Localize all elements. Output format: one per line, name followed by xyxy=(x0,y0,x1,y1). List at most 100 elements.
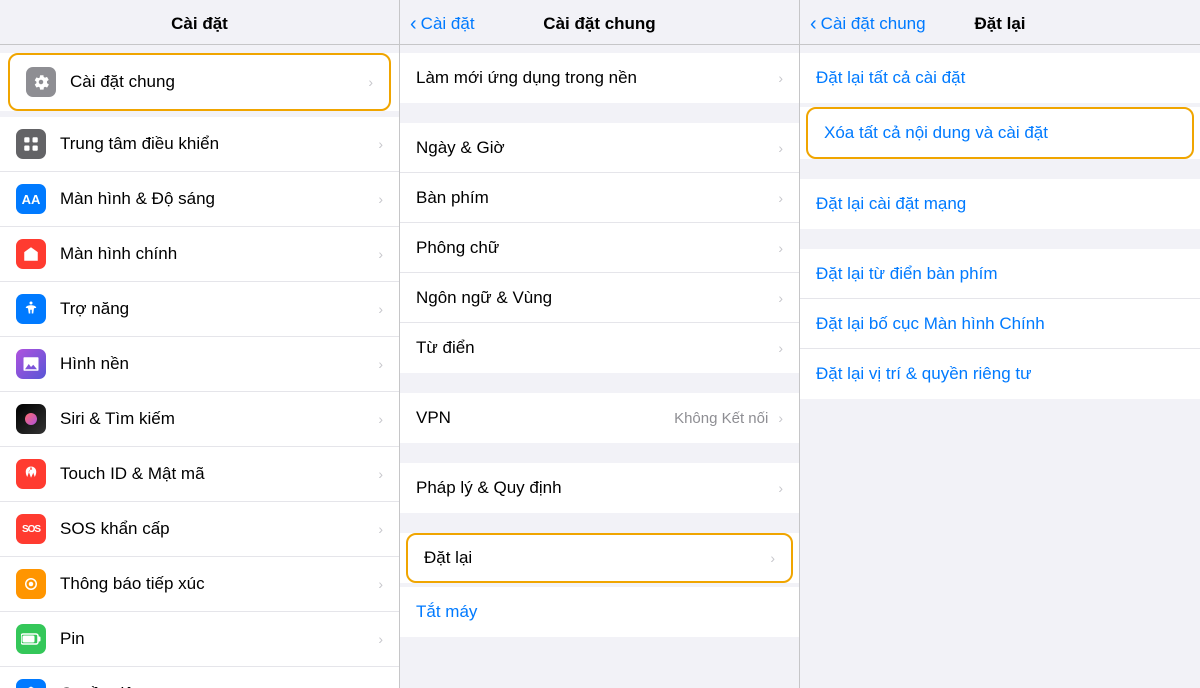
phong-chu-chevron: › xyxy=(778,240,783,256)
wallpaper-icon xyxy=(16,349,46,379)
home-icon xyxy=(16,239,46,269)
dat-lai-tu-dien-label: Đặt lại từ điển bàn phím xyxy=(816,264,1184,284)
sidebar-item-sos[interactable]: SOS SOS khẩn cấp › xyxy=(0,502,399,557)
sidebar-item-wallpaper[interactable]: Hình nền › xyxy=(0,337,399,392)
left-panel-list: Cài đặt chung › Trung tâm điều khiển › A… xyxy=(0,45,399,688)
sos-icon: SOS xyxy=(16,514,46,544)
vpn-value: Không Kết nối xyxy=(674,410,768,427)
left-panel-header: Cài đặt xyxy=(0,0,399,45)
middle-vpn-group: VPN Không Kết nối › xyxy=(400,393,799,443)
sos-chevron: › xyxy=(378,521,383,537)
left-panel-title: Cài đặt xyxy=(171,14,228,34)
display-label: Màn hình & Độ sáng xyxy=(60,189,374,209)
sidebar-item-control[interactable]: Trung tâm điều khiển › xyxy=(0,117,399,172)
accessibility-label: Trợ năng xyxy=(60,299,374,319)
dat-lai-tu-dien-item[interactable]: Đặt lại từ điển bàn phím xyxy=(800,249,1200,299)
tu-dien-chevron: › xyxy=(778,340,783,356)
dat-lai-bo-cuc-label: Đặt lại bố cục Màn hình Chính xyxy=(816,314,1184,334)
sidebar-item-notification[interactable]: Thông báo tiếp xúc › xyxy=(0,557,399,612)
privacy-icon xyxy=(16,679,46,688)
dat-lai-item[interactable]: Đặt lại › xyxy=(406,533,793,583)
ban-phim-label: Bàn phím xyxy=(416,188,774,208)
dat-lai-vi-tri-label: Đặt lại vị trí & quyền riêng tư xyxy=(816,364,1184,384)
siri-icon xyxy=(16,404,46,434)
sidebar-item-general[interactable]: Cài đặt chung › xyxy=(8,53,391,111)
right-back-button[interactable]: ‹ Cài đặt chung xyxy=(810,14,926,34)
sidebar-item-privacy[interactable]: Quyền riêng tư › xyxy=(0,667,399,688)
sidebar-item-accessibility[interactable]: Trợ năng › xyxy=(0,282,399,337)
dat-lai-mang-label: Đặt lại cài đặt mạng xyxy=(816,194,1184,214)
notification-chevron: › xyxy=(378,576,383,592)
sidebar-item-touchid[interactable]: Touch ID & Mật mã › xyxy=(0,447,399,502)
dat-lai-bo-cuc-item[interactable]: Đặt lại bố cục Màn hình Chính xyxy=(800,299,1200,349)
ngay-gio-label: Ngày & Giờ xyxy=(416,138,774,158)
control-label: Trung tâm điều khiển xyxy=(60,134,374,154)
right-group3: Đặt lại cài đặt mạng xyxy=(800,179,1200,229)
ngon-ngu-label: Ngôn ngữ & Vùng xyxy=(416,288,774,308)
sos-label: SOS khẩn cấp xyxy=(60,519,374,539)
tu-dien-label: Từ điển xyxy=(416,338,774,358)
wallpaper-label: Hình nền xyxy=(60,354,374,374)
right-panel-header: ‹ Cài đặt chung Đặt lại xyxy=(800,0,1200,45)
phong-chu-item[interactable]: Phông chữ › xyxy=(400,223,799,273)
middle-group1: Làm mới ứng dụng trong nền › xyxy=(400,53,799,103)
middle-dat-lai-group: Đặt lại › xyxy=(400,533,799,583)
middle-tat-may-group: Tắt máy xyxy=(400,587,799,637)
vpn-label: VPN xyxy=(416,408,674,428)
middle-group2: Ngày & Giờ › Bàn phím › Phông chữ › Ngôn… xyxy=(400,123,799,373)
control-chevron: › xyxy=(378,136,383,152)
tat-may-item[interactable]: Tắt máy xyxy=(400,587,799,637)
dat-lai-tat-ca-item[interactable]: Đặt lại tất cả cài đặt xyxy=(800,53,1200,103)
ngon-ngu-item[interactable]: Ngôn ngữ & Vùng › xyxy=(400,273,799,323)
middle-panel: ‹ Cài đặt Cài đặt chung Làm mới ứng dụng… xyxy=(400,0,800,688)
right-back-chevron-icon: ‹ xyxy=(810,14,817,34)
phap-ly-label: Pháp lý & Quy định xyxy=(416,478,774,498)
general-chevron: › xyxy=(368,74,373,90)
vpn-item[interactable]: VPN Không Kết nối › xyxy=(400,393,799,443)
ngon-ngu-chevron: › xyxy=(778,290,783,306)
ngay-gio-item[interactable]: Ngày & Giờ › xyxy=(400,123,799,173)
general-label: Cài đặt chung xyxy=(70,72,364,92)
privacy-label: Quyền riêng tư xyxy=(60,684,374,688)
middle-panel-header: ‹ Cài đặt Cài đặt chung xyxy=(400,0,799,45)
lam-moi-item[interactable]: Làm mới ứng dụng trong nền › xyxy=(400,53,799,103)
tu-dien-item[interactable]: Từ điển › xyxy=(400,323,799,373)
right-panel: ‹ Cài đặt chung Đặt lại Đặt lại tất cả c… xyxy=(800,0,1200,688)
dat-lai-chevron: › xyxy=(770,550,775,566)
general-item-wrapper: Cài đặt chung › xyxy=(0,53,399,111)
ban-phim-item[interactable]: Bàn phím › xyxy=(400,173,799,223)
right-panel-title: Đặt lại xyxy=(974,14,1025,34)
notification-label: Thông báo tiếp xúc xyxy=(60,574,374,594)
phap-ly-chevron: › xyxy=(778,480,783,496)
dat-lai-mang-item[interactable]: Đặt lại cài đặt mạng xyxy=(800,179,1200,229)
accessibility-chevron: › xyxy=(378,301,383,317)
ngay-gio-chevron: › xyxy=(778,140,783,156)
accessibility-icon xyxy=(16,294,46,324)
sidebar-item-display[interactable]: AA Màn hình & Độ sáng › xyxy=(0,172,399,227)
dat-lai-label: Đặt lại xyxy=(424,548,766,568)
xoa-tat-ca-item[interactable]: Xóa tất cả nội dung và cài đặt xyxy=(806,107,1194,159)
dat-lai-tat-ca-label: Đặt lại tất cả cài đặt xyxy=(816,68,1184,88)
ban-phim-chevron: › xyxy=(778,190,783,206)
middle-back-button[interactable]: ‹ Cài đặt xyxy=(410,14,475,34)
lam-moi-chevron: › xyxy=(778,70,783,86)
sidebar-item-home[interactable]: Màn hình chính › xyxy=(0,227,399,282)
gear-icon xyxy=(26,67,56,97)
lam-moi-label: Làm mới ứng dụng trong nền xyxy=(416,68,774,88)
middle-panel-list: Làm mới ứng dụng trong nền › Ngày & Giờ … xyxy=(400,45,799,688)
phong-chu-label: Phông chữ xyxy=(416,238,774,258)
phap-ly-item[interactable]: Pháp lý & Quy định › xyxy=(400,463,799,513)
sidebar-item-battery[interactable]: Pin › xyxy=(0,612,399,667)
right-group1: Đặt lại tất cả cài đặt xyxy=(800,53,1200,103)
middle-phap-ly-group: Pháp lý & Quy định › xyxy=(400,463,799,513)
touchid-icon xyxy=(16,459,46,489)
middle-panel-title: Cài đặt chung xyxy=(543,14,655,34)
touchid-label: Touch ID & Mật mã xyxy=(60,464,374,484)
dat-lai-vi-tri-item[interactable]: Đặt lại vị trí & quyền riêng tư xyxy=(800,349,1200,399)
home-chevron: › xyxy=(378,246,383,262)
tat-may-label: Tắt máy xyxy=(416,602,783,622)
sidebar-item-siri[interactable]: Siri & Tìm kiếm › xyxy=(0,392,399,447)
notification-icon xyxy=(16,569,46,599)
right-back-label: Cài đặt chung xyxy=(821,14,926,34)
wallpaper-chevron: › xyxy=(378,356,383,372)
